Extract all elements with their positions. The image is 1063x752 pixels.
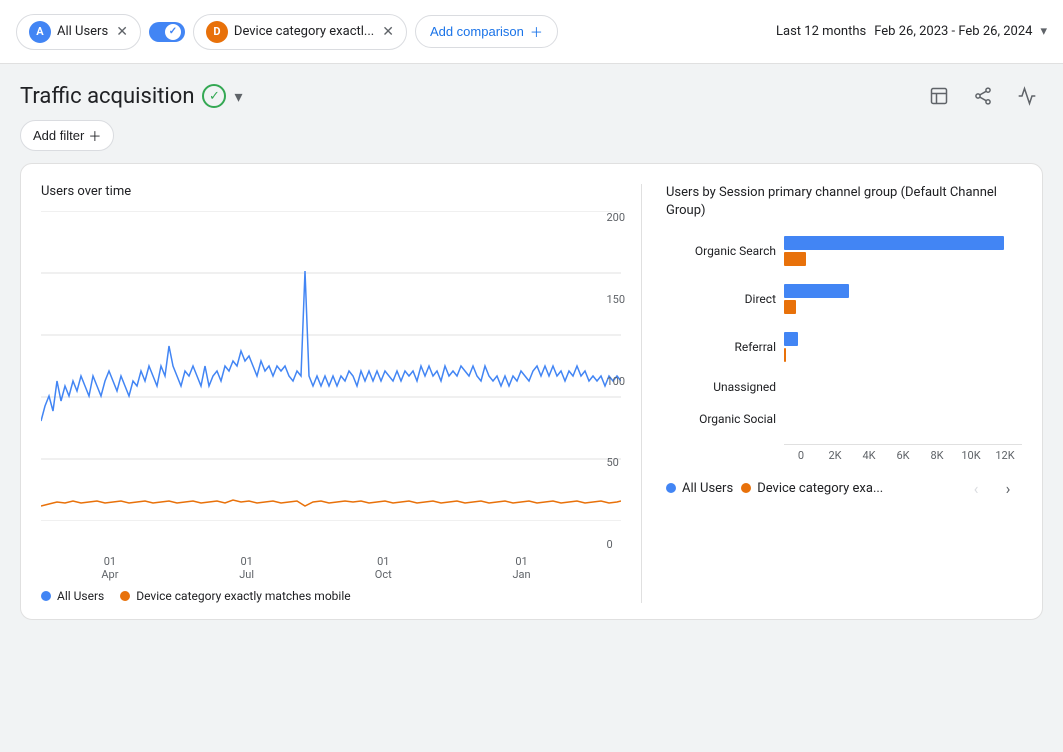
device-category-chip[interactable]: D Device category exactl... ✕ xyxy=(193,14,407,50)
bar-label-direct: Direct xyxy=(666,292,776,306)
add-comparison-plus-icon: ＋ xyxy=(530,22,543,41)
bar-organic-search-blue xyxy=(784,236,1004,250)
add-filter-plus-icon: ＋ xyxy=(88,126,101,145)
date-range-chevron-icon: ▾ xyxy=(1040,24,1047,39)
date-range-label: Last 12 months xyxy=(776,24,866,39)
x-label-oct: 01 Oct xyxy=(375,555,392,581)
x-tick-0: 0 xyxy=(784,449,818,462)
nav-prev-button[interactable]: ‹ xyxy=(962,474,990,502)
x-axis: 01 Apr 01 Jul 01 Oct 01 Jan xyxy=(41,555,621,581)
legend-device-category: Device category exactly matches mobile xyxy=(120,589,350,603)
y-label-150: 150 xyxy=(606,293,625,306)
line-chart-svg xyxy=(41,211,621,521)
chart-container: Users over time xyxy=(20,163,1043,620)
bar-organic-search-orange xyxy=(784,252,806,266)
x-tick-2k: 2K xyxy=(818,449,852,462)
insights-icon[interactable] xyxy=(1011,80,1043,112)
bar-direct-orange xyxy=(784,300,796,314)
toggle-check-icon: ✓ xyxy=(169,26,177,37)
right-legend-device-dot xyxy=(741,483,751,493)
page-title-row: Traffic acquisition ✓ ▾ xyxy=(20,84,243,109)
y-label-0: 0 xyxy=(606,538,625,551)
add-comparison-label: Add comparison xyxy=(430,24,524,39)
bar-chart-area: Organic Search Direct Referr xyxy=(666,236,1022,462)
y-label-200: 200 xyxy=(606,211,625,224)
title-verified-icon: ✓ xyxy=(202,84,226,108)
right-legend-all-users-dot xyxy=(666,483,676,493)
line-chart-wrapper: 200 150 100 50 0 xyxy=(41,211,621,551)
legend-device-dot xyxy=(120,591,130,601)
bar-row-organic-search: Organic Search xyxy=(666,236,1022,266)
nav-next-button[interactable]: › xyxy=(994,474,1022,502)
x-tick-12k: 12K xyxy=(988,449,1022,462)
page-title: Traffic acquisition xyxy=(20,84,194,109)
header-actions xyxy=(923,80,1043,112)
bar-referral-blue xyxy=(784,332,798,346)
legend-device-label: Device category exactly matches mobile xyxy=(136,589,350,603)
line-chart-title: Users over time xyxy=(41,184,621,199)
all-users-chip[interactable]: A All Users ✕ xyxy=(16,14,141,50)
bar-chart-section: Users by Session primary channel group (… xyxy=(642,184,1022,603)
segment-toggle[interactable]: ✓ xyxy=(149,22,185,42)
bar-referral-orange xyxy=(784,348,786,362)
right-legend-all-users: All Users xyxy=(666,481,733,496)
toggle-knob: ✓ xyxy=(165,24,181,40)
x-label-apr: 01 Apr xyxy=(101,555,118,581)
add-filter-label: Add filter xyxy=(33,128,84,143)
all-users-close-icon[interactable]: ✕ xyxy=(116,24,128,40)
legend-all-users: All Users xyxy=(41,589,104,603)
bar-label-organic-search: Organic Search xyxy=(666,244,776,258)
add-filter-button[interactable]: Add filter ＋ xyxy=(20,120,114,151)
content-area: Traffic acquisition ✓ ▾ xyxy=(0,64,1063,636)
bar-group-referral xyxy=(784,332,1022,362)
right-legend-device-label: Device category exa... xyxy=(757,481,883,496)
y-label-100: 100 xyxy=(606,375,625,388)
right-legend-device: Device category exa... xyxy=(741,481,883,496)
save-report-icon[interactable] xyxy=(923,80,955,112)
bar-row-organic-social: Organic Social xyxy=(666,412,1022,426)
all-users-label: All Users xyxy=(57,24,108,39)
bar-row-direct: Direct xyxy=(666,284,1022,314)
share-icon[interactable] xyxy=(967,80,999,112)
bar-label-organic-social: Organic Social xyxy=(666,412,776,426)
x-label-jan: 01 Jan xyxy=(512,555,530,581)
legend-all-users-label: All Users xyxy=(57,589,104,603)
right-chart-footer: All Users Device category exa... ‹ › xyxy=(666,474,1022,502)
bar-direct-blue xyxy=(784,284,849,298)
page-header: Traffic acquisition ✓ ▾ xyxy=(20,80,1043,112)
y-label-50: 50 xyxy=(606,456,625,469)
bar-label-unassigned: Unassigned xyxy=(666,380,776,394)
all-users-avatar: A xyxy=(29,21,51,43)
x-tick-4k: 4K xyxy=(852,449,886,462)
page-title-chevron-icon[interactable]: ▾ xyxy=(234,87,242,106)
x-tick-10k: 10K xyxy=(954,449,988,462)
bar-chart-title: Users by Session primary channel group (… xyxy=(666,184,1022,220)
device-category-label: Device category exactl... xyxy=(234,24,374,39)
date-range-value: Feb 26, 2023 - Feb 26, 2024 xyxy=(874,24,1032,39)
line-chart-legend: All Users Device category exactly matche… xyxy=(41,589,621,603)
chart-nav: ‹ › xyxy=(962,474,1022,502)
x-tick-6k: 6K xyxy=(886,449,920,462)
bar-group-organic-search xyxy=(784,236,1022,266)
device-category-close-icon[interactable]: ✕ xyxy=(382,24,394,40)
bar-x-axis: 0 2K 4K 6K 8K 10K 12K xyxy=(784,444,1022,462)
right-legend-all-users-label: All Users xyxy=(682,481,733,496)
bar-row-unassigned: Unassigned xyxy=(666,380,1022,394)
legend-all-users-dot xyxy=(41,591,51,601)
top-bar: A All Users ✕ ✓ D Device category exactl… xyxy=(0,0,1063,64)
bar-row-referral: Referral xyxy=(666,332,1022,362)
date-range-selector[interactable]: Last 12 months Feb 26, 2023 - Feb 26, 20… xyxy=(776,24,1047,39)
y-axis: 200 150 100 50 0 xyxy=(606,211,625,551)
line-chart-section: Users over time xyxy=(41,184,642,603)
x-label-jul: 01 Jul xyxy=(239,555,254,581)
add-comparison-button[interactable]: Add comparison ＋ xyxy=(415,15,558,48)
bar-label-referral: Referral xyxy=(666,340,776,354)
x-tick-8k: 8K xyxy=(920,449,954,462)
device-category-avatar: D xyxy=(206,21,228,43)
bar-group-direct xyxy=(784,284,1022,314)
